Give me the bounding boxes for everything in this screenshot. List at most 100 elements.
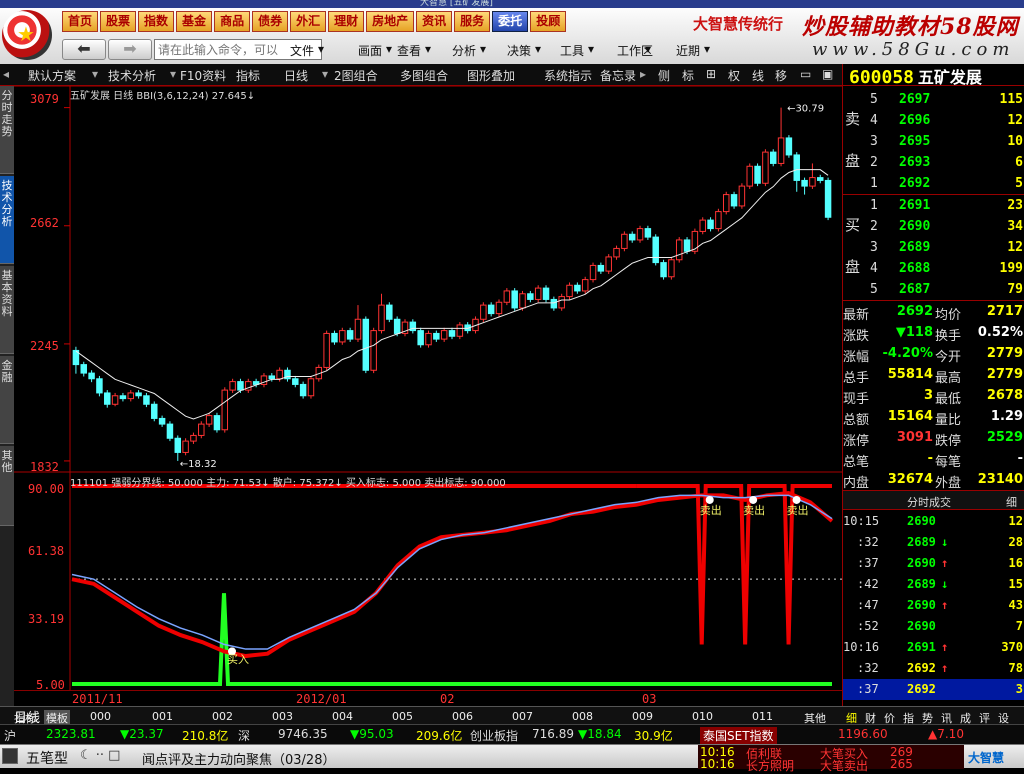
candle-body — [323, 332, 330, 368]
forward-button[interactable]: ➡ — [108, 39, 152, 60]
tick-row[interactable]: :42 2689 ↓ 15 — [843, 574, 1024, 595]
stat-value: 2779 — [986, 346, 1023, 361]
ticks-header[interactable]: 分时成交 细 — [843, 490, 1024, 510]
ticks-detail[interactable]: 细 — [1006, 494, 1017, 510]
template-tab[interactable]: 008 — [572, 710, 593, 723]
moon-icon[interactable]: ☾ ·· □ — [80, 748, 120, 763]
dropdown-icon[interactable]: ▾ — [322, 67, 328, 81]
toolbar-item[interactable]: 日线 — [284, 67, 308, 84]
quick-tab[interactable]: 理财 — [328, 11, 365, 32]
layout-icon[interactable] — [2, 748, 18, 764]
quick-tab[interactable]: 首页 — [62, 11, 99, 32]
quick-tab[interactable]: 委托 — [492, 11, 529, 32]
template-tab[interactable]: 009 — [632, 710, 653, 723]
index-item[interactable]: 沪 — [4, 727, 16, 744]
template-tab[interactable]: 010 — [692, 710, 713, 723]
toolbar-item[interactable]: 技术分析 — [108, 67, 156, 84]
sidebar-tab[interactable]: 技术分析 — [0, 176, 14, 264]
close-icon[interactable]: ▣ — [822, 67, 833, 81]
quick-tab[interactable]: 商品 — [214, 11, 251, 32]
alert-time: 10:16 — [700, 757, 735, 771]
toolbar-item[interactable]: 备忘录 — [600, 67, 636, 84]
template-tab[interactable]: 001 — [152, 710, 173, 723]
toolbar-item[interactable]: 默认方案 — [28, 67, 76, 84]
ask-row[interactable]: 4 2696 12 — [843, 110, 1024, 131]
window-icon[interactable]: ▭ — [800, 67, 811, 81]
stat-value: 55814 — [887, 367, 933, 382]
quick-tab[interactable]: 指数 — [138, 11, 175, 32]
ask-row[interactable]: 2 2693 6 — [843, 152, 1024, 173]
menu-7[interactable]: 近期 — [676, 42, 700, 59]
toolbar-item[interactable]: 移 — [775, 67, 787, 84]
layout-name[interactable]: 五笔型 — [26, 748, 68, 768]
bid-row[interactable]: 1 2691 23 — [843, 195, 1024, 216]
quick-tab[interactable]: 债券 — [252, 11, 289, 32]
quick-tab[interactable]: 服务 — [454, 11, 491, 32]
template-tab[interactable]: 003 — [272, 710, 293, 723]
toolbar-item[interactable]: 侧 — [658, 67, 670, 84]
toolbar-item[interactable]: 图形叠加 — [467, 67, 515, 84]
bid-row[interactable]: 3 2689 12 — [843, 237, 1024, 258]
tick-row[interactable]: :32 2689 ↓ 28 — [843, 532, 1024, 553]
chart-toolbar: 默认方案 技术分析 F10资料 指标 日线 2图组合 多图组合 图形叠加 系统指示 备忘录 侧标 权线… — [0, 64, 842, 86]
dropdown-icon[interactable]: ▾ — [92, 67, 98, 81]
template-tab[interactable]: 006 — [452, 710, 473, 723]
template-tab[interactable]: 004 — [332, 710, 353, 723]
sidebar-tab[interactable]: 分时走势 — [0, 86, 14, 174]
bid-row[interactable]: 2 2690 34 — [843, 216, 1024, 237]
scroll-right-icon[interactable]: ▸ — [640, 67, 646, 81]
index-item[interactable]: 泰国SET指数 — [700, 727, 777, 744]
template-tab[interactable]: 002 — [212, 710, 233, 723]
tick-row[interactable]: :37 2692 3 — [843, 679, 1024, 700]
index-item[interactable]: 创业板指 — [470, 727, 518, 744]
sidebar-tab[interactable]: 基本资料 — [0, 266, 14, 354]
stock-header[interactable]: 600058 五矿发展 — [843, 64, 1024, 88]
back-button[interactable]: ⬅ — [62, 39, 106, 60]
menu-3[interactable]: 分析 — [452, 42, 476, 59]
menu-4[interactable]: 决策 — [507, 42, 531, 59]
nav-left-icon[interactable]: ◂ — [3, 67, 9, 81]
sidebar-tab[interactable]: 金融 — [0, 356, 14, 444]
quick-tab[interactable]: 投顾 — [530, 11, 567, 32]
bid-row[interactable]: 4 2688 199 — [843, 258, 1024, 279]
toolbar-item[interactable]: 系统指示 — [544, 67, 592, 84]
quick-tab[interactable]: 基金 — [176, 11, 213, 32]
ask-row[interactable]: 1 2692 5 — [843, 173, 1024, 194]
menu-1[interactable]: 画面 — [358, 42, 382, 59]
product-brand: 大智慧传统行 — [693, 15, 784, 33]
news-ticker[interactable]: 闻点评及主力动向聚焦（03/28） — [142, 749, 335, 768]
ask-row[interactable]: 5 2697 115 — [843, 89, 1024, 110]
tick-row[interactable]: :52 2690 7 — [843, 616, 1024, 637]
template-tab[interactable]: 000 — [90, 710, 111, 723]
quick-tab[interactable]: 房地产 — [366, 11, 415, 32]
menu-5[interactable]: 工具 — [560, 42, 584, 59]
bid-row[interactable]: 5 2687 79 — [843, 279, 1024, 300]
toolbar-item[interactable]: 2图组合 — [334, 67, 378, 84]
tick-row[interactable]: :37 2690 ↑ 16 — [843, 553, 1024, 574]
menu-2[interactable]: 查看 — [397, 42, 421, 59]
template-tab[interactable]: 005 — [392, 710, 413, 723]
tick-row[interactable]: 10:15 2690 12 — [843, 511, 1024, 532]
chart-svg[interactable]: ←30.79 ←18.32 买入 卖出 卖出 卖出 — [14, 86, 842, 690]
toolbar-item[interactable]: 多图组合 — [400, 67, 448, 84]
toolbar-item[interactable]: 标 — [682, 67, 694, 84]
toolbar-item[interactable]: 线 — [752, 67, 764, 84]
sidebar-tab[interactable]: 其他 — [0, 446, 14, 526]
template-tab[interactable]: 011 — [752, 710, 773, 723]
toolbar-item[interactable]: 权 — [728, 67, 740, 84]
quick-tab[interactable]: 股票 — [100, 11, 137, 32]
toolbar-item[interactable]: F10资料 — [180, 67, 226, 84]
tick-row[interactable]: :32 2692 ↑ 78 — [843, 658, 1024, 679]
index-item[interactable]: 深 — [238, 727, 250, 744]
quick-tab[interactable]: 外汇 — [290, 11, 327, 32]
app-logo-icon[interactable]: ★ — [2, 10, 52, 60]
menu-0[interactable]: 文件 — [290, 42, 314, 59]
template-tab[interactable]: 007 — [512, 710, 533, 723]
toolbar-item[interactable]: 指标 — [236, 67, 260, 84]
dropdown-icon[interactable]: ▾ — [170, 67, 176, 81]
grid-icon[interactable]: ⊞ — [706, 67, 716, 81]
tick-row[interactable]: :47 2690 ↑ 43 — [843, 595, 1024, 616]
tick-row[interactable]: 10:16 2691 ↑ 370 — [843, 637, 1024, 658]
ask-row[interactable]: 3 2695 10 — [843, 131, 1024, 152]
quick-tab[interactable]: 资讯 — [416, 11, 453, 32]
